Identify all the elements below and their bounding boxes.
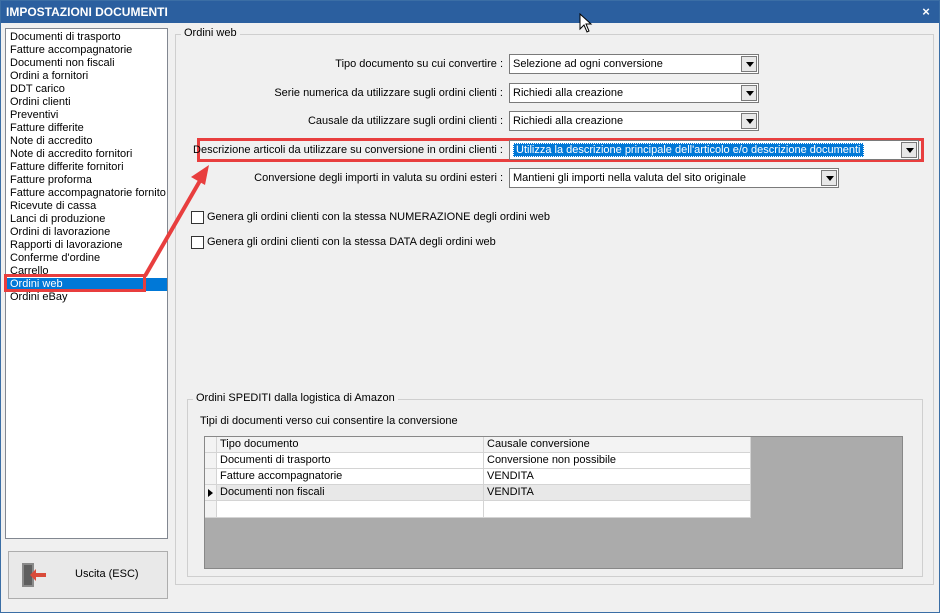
annotation-highlight-box [4,274,146,292]
checkbox-label: Genera gli ordini clienti con la stessa … [207,236,496,248]
amazon-subtitle: Tipi di documenti verso cui consentire l… [200,415,458,427]
row-header-cell [205,469,217,485]
row-header-cell [205,485,217,501]
list-item[interactable]: Ordini eBay [7,291,167,304]
numbering-series-select[interactable]: Richiedi alla creazione [509,83,759,103]
chevron-down-icon[interactable] [741,85,757,101]
list-item[interactable]: DDT carico [7,83,167,96]
list-item[interactable]: Note di accredito [7,135,167,148]
select-value: Utilizza la descrizione principale dell'… [513,143,864,157]
column-header[interactable]: Tipo documento [217,437,484,453]
grid-header-row: Tipo documento Causale conversione [205,437,751,453]
list-item[interactable]: Ordini a fornitori [7,70,167,83]
table-row-current[interactable]: Documenti non fiscali VENDITA [205,485,751,501]
amazon-group-title: Ordini SPEDITI dalla logistica di Amazon [193,392,398,404]
field-label: Causale da utilizzare sugli ordini clien… [307,115,503,127]
list-item[interactable]: Ordini clienti [7,96,167,109]
select-value: Selezione ad ogni conversione [513,58,663,70]
group-title: Ordini web [181,27,240,39]
select-value: Richiedi alla creazione [513,87,624,99]
exit-button[interactable]: Uscita (ESC) [8,551,168,599]
close-icon[interactable]: × [919,1,933,23]
field-label: Descrizione articoli da utilizzare su co… [193,144,503,156]
settings-window: IMPOSTAZIONI DOCUMENTI × Documenti di tr… [0,0,940,613]
table-cell[interactable]: VENDITA [484,485,751,501]
mouse-cursor-icon [579,13,593,33]
checkbox-label: Genera gli ordini clienti con la stessa … [207,211,550,223]
field-label: Tipo documento su cui convertire : [335,58,503,70]
table-row[interactable]: Fatture accompagnatorie VENDITA [205,469,751,485]
list-item[interactable]: Documenti di trasporto [7,31,167,44]
field-label: Conversione degli importi in valuta su o… [254,172,503,184]
title-bar: IMPOSTAZIONI DOCUMENTI × [1,1,939,23]
chevron-down-icon[interactable] [741,56,757,72]
list-item[interactable]: Documenti non fiscali [7,57,167,70]
row-header-cell [205,453,217,469]
table-row[interactable]: Documenti di trasporto Conversione non p… [205,453,751,469]
select-value: Mantieni gli importi nella valuta del si… [513,172,746,184]
table-cell[interactable]: Fatture accompagnatorie [217,469,484,485]
list-item[interactable]: Preventivi [7,109,167,122]
row-header-cell [205,501,217,518]
reason-select[interactable]: Richiedi alla creazione [509,111,759,131]
list-item[interactable]: Fatture accompagnatorie [7,44,167,57]
exit-door-icon [22,563,46,587]
select-value: Richiedi alla creazione [513,115,624,127]
current-row-pointer-icon [208,489,213,497]
article-description-select[interactable]: Utilizza la descrizione principale dell'… [509,140,919,160]
column-header[interactable]: Causale conversione [484,437,751,453]
row-header-cell [205,437,217,453]
chevron-down-icon[interactable] [741,113,757,129]
table-cell[interactable]: Documenti di trasporto [217,453,484,469]
list-item[interactable]: Fatture differite [7,122,167,135]
document-type-select[interactable]: Selezione ad ogni conversione [509,54,759,74]
table-cell[interactable]: VENDITA [484,469,751,485]
table-cell[interactable]: Conversione non possibile [484,453,751,469]
list-item[interactable]: Note di accredito fornitori [7,148,167,161]
table-row-new[interactable] [205,501,751,518]
chevron-down-icon[interactable] [821,170,837,186]
currency-conversion-select[interactable]: Mantieni gli importi nella valuta del si… [509,168,839,188]
annotation-arrow-icon [143,165,209,277]
table-cell[interactable]: Documenti non fiscali [217,485,484,501]
field-label: Serie numerica da utilizzare sugli ordin… [274,87,503,99]
table-cell[interactable] [217,501,484,518]
window-title: IMPOSTAZIONI DOCUMENTI [6,5,168,19]
conversion-grid[interactable]: Tipo documento Causale conversione Docum… [204,436,903,569]
chevron-down-icon[interactable] [901,142,917,158]
table-cell[interactable] [484,501,751,518]
exit-button-label: Uscita (ESC) [75,568,139,580]
